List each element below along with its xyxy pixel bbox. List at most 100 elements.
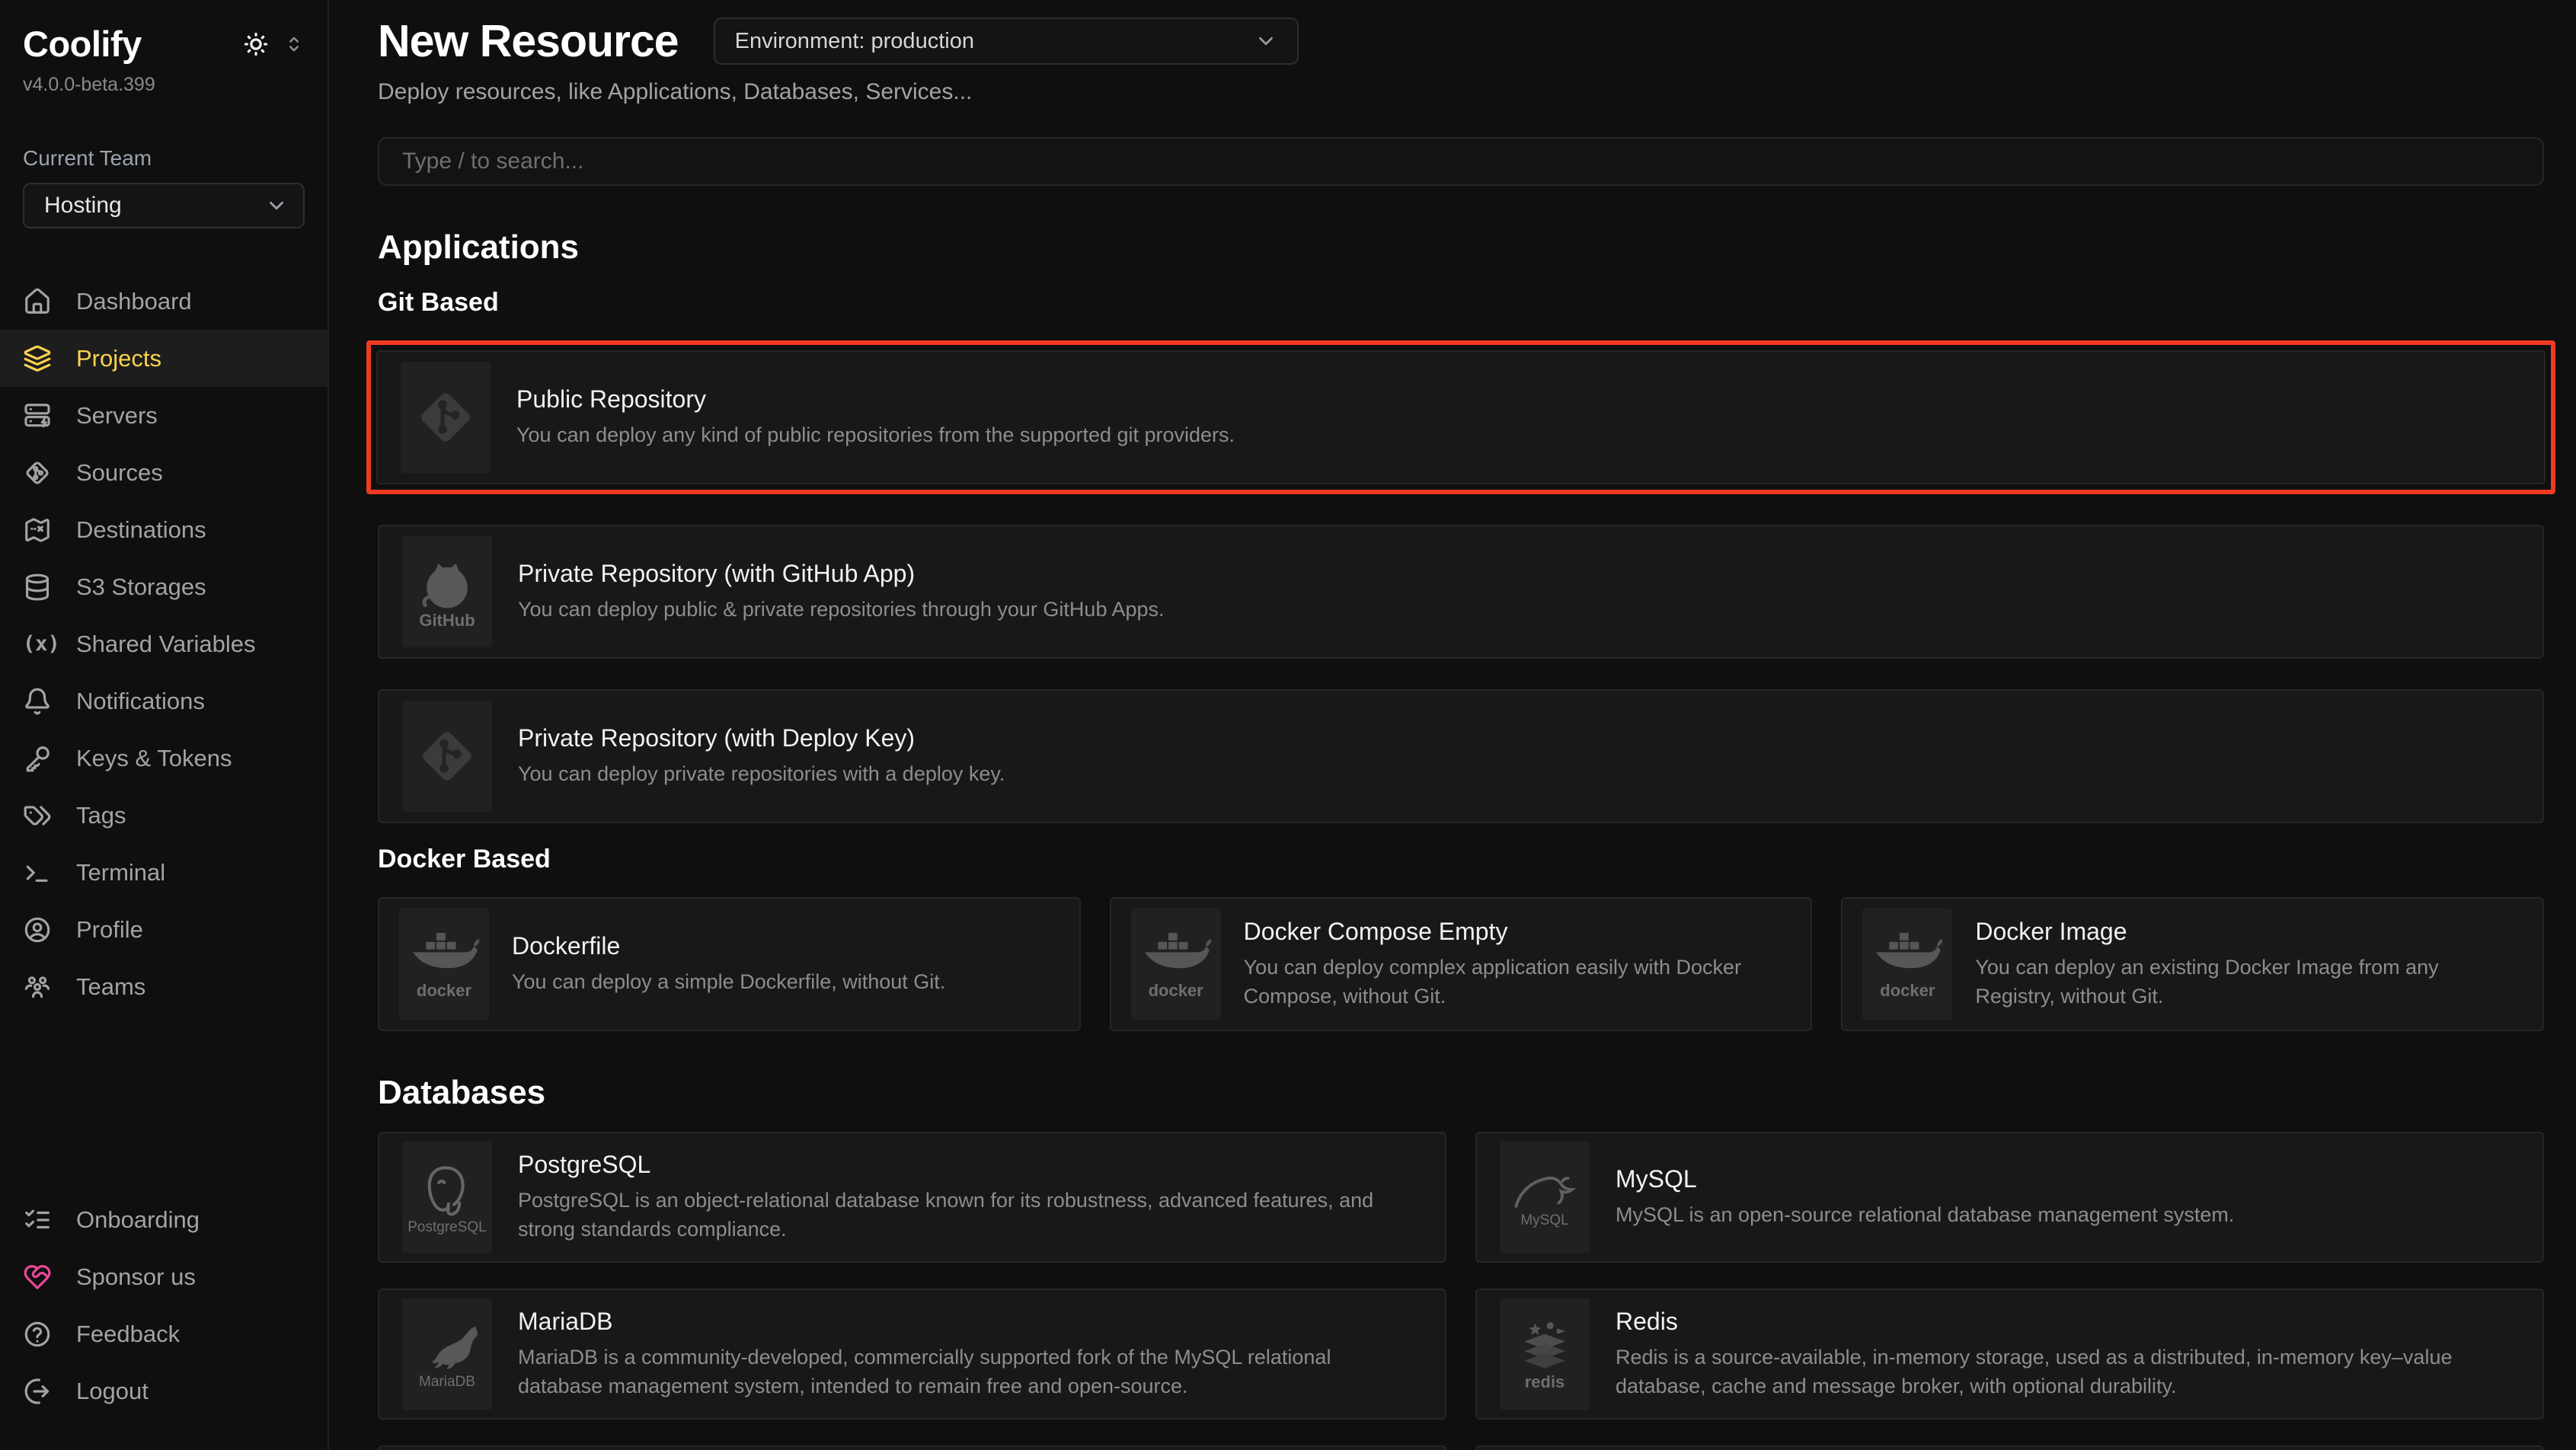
card-title: Redis bbox=[1616, 1308, 2501, 1336]
mariadb-logo-icon: MariaDB bbox=[402, 1298, 492, 1410]
sidebar-item-sponsor-us[interactable]: Sponsor us bbox=[0, 1248, 328, 1305]
team-select-value: Hosting bbox=[44, 193, 122, 219]
app-logo: Coolify bbox=[23, 23, 142, 65]
map-icon bbox=[23, 516, 52, 545]
card-description: MySQL is an open-source relational datab… bbox=[1616, 1201, 2501, 1230]
docker-wordmark: docker bbox=[1149, 982, 1203, 999]
card-title: Private Repository (with GitHub App) bbox=[518, 560, 2501, 588]
sidebar-item-label: Onboarding bbox=[76, 1206, 200, 1234]
sidebar-item-onboarding[interactable]: Onboarding bbox=[0, 1191, 328, 1248]
sidebar-item-label: S3 Storages bbox=[76, 573, 206, 601]
tags-icon bbox=[23, 801, 52, 830]
sidebar-item-projects[interactable]: Projects bbox=[0, 330, 328, 387]
mariadb-card[interactable]: MariaDB MariaDB MariaDB is a community-d… bbox=[378, 1289, 1446, 1420]
sidebar-item-terminal[interactable]: Terminal bbox=[0, 844, 328, 901]
private-repository-deploy-key-card[interactable]: Private Repository (with Deploy Key) You… bbox=[378, 689, 2544, 823]
docker-image-card[interactable]: docker Docker Image You can deploy an ex… bbox=[1841, 897, 2544, 1031]
sidebar-item-label: Teams bbox=[76, 973, 145, 1001]
mariadb-wordmark: MariaDB bbox=[419, 1375, 475, 1389]
sidebar-item-servers[interactable]: Servers bbox=[0, 387, 328, 444]
sidebar-item-label: Keys & Tokens bbox=[76, 745, 232, 772]
users-icon bbox=[23, 973, 52, 1001]
chevron-down-icon bbox=[1254, 30, 1277, 53]
search-input[interactable] bbox=[378, 137, 2544, 186]
sidebar-item-label: Terminal bbox=[76, 859, 165, 886]
sidebar-item-shared-variables[interactable]: (x) Shared Variables bbox=[0, 615, 328, 672]
postgresql-wordmark: PostgreSQL bbox=[407, 1220, 487, 1234]
sidebar-item-tags[interactable]: Tags bbox=[0, 787, 328, 844]
card-title: Private Repository (with Deploy Key) bbox=[518, 724, 2501, 752]
sidebar-item-destinations[interactable]: Destinations bbox=[0, 501, 328, 558]
main-content: New Resource Environment: production Dep… bbox=[329, 0, 2576, 1450]
current-team-label: Current Team bbox=[23, 146, 305, 171]
docker-based-heading: Docker Based bbox=[378, 845, 2544, 874]
page-subtitle: Deploy resources, like Applications, Dat… bbox=[378, 79, 2544, 105]
sidebar-item-label: Notifications bbox=[76, 688, 205, 715]
checklist-icon bbox=[23, 1206, 52, 1234]
sidebar-item-profile[interactable]: Profile bbox=[0, 901, 328, 958]
database-icon bbox=[23, 573, 52, 602]
help-circle-icon bbox=[23, 1320, 52, 1349]
mysql-wordmark: MySQL bbox=[1520, 1213, 1568, 1228]
user-circle-icon bbox=[23, 915, 52, 944]
team-select[interactable]: Hosting bbox=[23, 183, 305, 228]
variables-icon: (x) bbox=[23, 632, 52, 656]
theme-toggle-button[interactable] bbox=[242, 30, 270, 58]
git-based-heading: Git Based bbox=[378, 288, 2544, 318]
postgresql-card[interactable]: PostgreSQL PostgreSQL PostgreSQL is an o… bbox=[378, 1132, 1446, 1263]
sidebar: Coolify bbox=[0, 0, 329, 1450]
git-icon bbox=[402, 701, 492, 812]
sidebar-item-logout[interactable]: Logout bbox=[0, 1362, 328, 1420]
chevron-down-icon bbox=[265, 194, 288, 217]
card-description: You can deploy any kind of public reposi… bbox=[516, 421, 2503, 450]
sidebar-item-keys-tokens[interactable]: Keys & Tokens bbox=[0, 730, 328, 787]
chevrons-up-down-icon bbox=[283, 34, 305, 55]
docker-logo-icon: docker bbox=[1131, 909, 1221, 1020]
card-title: Dockerfile bbox=[512, 932, 1041, 960]
dockerfile-card[interactable]: docker Dockerfile You can deploy a simpl… bbox=[378, 897, 1081, 1031]
cutoff-card[interactable] bbox=[1475, 1445, 2544, 1450]
card-title: MySQL bbox=[1616, 1165, 2501, 1193]
redis-card[interactable]: redis Redis Redis is a source-available,… bbox=[1475, 1289, 2544, 1420]
sidebar-item-teams[interactable]: Teams bbox=[0, 958, 328, 1015]
card-title: PostgreSQL bbox=[518, 1151, 1404, 1179]
mysql-card[interactable]: MySQL MySQL MySQL is an open-source rela… bbox=[1475, 1132, 2544, 1263]
theme-select-button[interactable] bbox=[283, 34, 305, 55]
github-logo-icon: GitHub bbox=[402, 536, 492, 647]
card-description: You can deploy public & private reposito… bbox=[518, 596, 2501, 624]
card-description: MariaDB is a community-developed, commer… bbox=[518, 1343, 1404, 1401]
sidebar-item-sources[interactable]: Sources bbox=[0, 444, 328, 501]
sidebar-item-s3-storages[interactable]: S3 Storages bbox=[0, 558, 328, 615]
card-title: MariaDB bbox=[518, 1308, 1404, 1336]
sidebar-item-dashboard[interactable]: Dashboard bbox=[0, 273, 328, 330]
card-description: You can deploy a simple Dockerfile, with… bbox=[512, 968, 1041, 997]
card-description: You can deploy private repositories with… bbox=[518, 760, 2501, 789]
docker-wordmark: docker bbox=[417, 982, 471, 999]
docker-compose-empty-card[interactable]: docker Docker Compose Empty You can depl… bbox=[1110, 897, 1813, 1031]
app-version: v4.0.0-beta.399 bbox=[23, 74, 305, 96]
cutoff-card[interactable] bbox=[378, 1445, 1446, 1450]
docker-logo-icon: docker bbox=[1862, 909, 1952, 1020]
sidebar-item-label: Logout bbox=[76, 1378, 149, 1405]
sidebar-item-label: Profile bbox=[76, 916, 143, 944]
public-repository-card[interactable]: Public Repository You can deploy any kin… bbox=[376, 350, 2546, 484]
layers-icon bbox=[23, 344, 52, 373]
sidebar-item-label: Shared Variables bbox=[76, 631, 256, 658]
private-repository-github-app-card[interactable]: GitHub Private Repository (with GitHub A… bbox=[378, 525, 2544, 659]
docker-logo-icon: docker bbox=[399, 909, 489, 1020]
heart-hands-icon bbox=[23, 1263, 52, 1292]
key-icon bbox=[23, 744, 52, 773]
sidebar-item-notifications[interactable]: Notifications bbox=[0, 672, 328, 730]
sidebar-item-feedback[interactable]: Feedback bbox=[0, 1305, 328, 1362]
redis-wordmark: redis bbox=[1525, 1374, 1565, 1391]
applications-heading: Applications bbox=[378, 228, 2544, 267]
redis-logo-icon: redis bbox=[1500, 1298, 1590, 1410]
sidebar-item-label: Destinations bbox=[76, 516, 206, 544]
card-description: PostgreSQL is an object-relational datab… bbox=[518, 1187, 1404, 1244]
sidebar-item-label: Servers bbox=[76, 402, 158, 430]
home-icon bbox=[23, 287, 52, 316]
environment-select[interactable]: Environment: production bbox=[714, 18, 1299, 65]
sidebar-item-label: Projects bbox=[76, 345, 161, 372]
card-description: You can deploy an existing Docker Image … bbox=[1975, 953, 2504, 1011]
card-title: Docker Compose Empty bbox=[1244, 918, 1773, 946]
